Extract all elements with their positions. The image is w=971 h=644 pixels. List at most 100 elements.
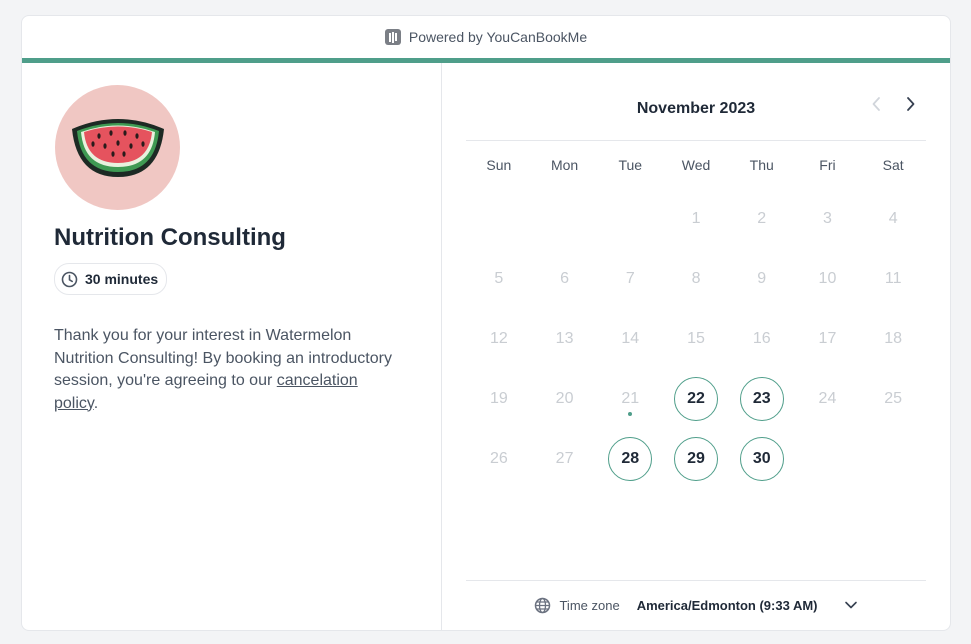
unavailable-day-15: 15	[663, 309, 729, 369]
day-number: 20	[555, 390, 574, 407]
unavailable-day-4: 4	[860, 189, 926, 249]
calendar-divider	[466, 140, 926, 141]
day-number: 16	[752, 330, 771, 347]
weekday-mon: Mon	[550, 157, 579, 173]
unavailable-day-20: 20	[532, 369, 598, 429]
unavailable-day-3: 3	[795, 189, 861, 249]
previous-month-button[interactable]	[866, 93, 888, 115]
next-month-button[interactable]	[899, 93, 921, 115]
globe-icon	[535, 597, 551, 613]
youcanbookme-logo-icon	[384, 29, 401, 45]
weekday-fri: Fri	[819, 157, 836, 173]
chevron-left-icon	[872, 97, 880, 111]
unavailable-day-10: 10	[795, 249, 861, 309]
timezone-selector[interactable]: Time zone America/Edmonton (9:33 AM)	[466, 581, 926, 629]
day-number: 22	[674, 377, 719, 421]
powered-by-bar[interactable]: Powered by YouCanBookMe	[22, 16, 950, 58]
unavailable-day-21: 21	[597, 369, 663, 429]
day-number: 6	[560, 270, 570, 287]
timezone-value: America/Edmonton (9:33 AM)	[636, 597, 818, 613]
day-number: 8	[691, 270, 701, 287]
booking-card: Powered by YouCanBookMe Nutrition Consul…	[21, 15, 951, 631]
weekday-tue: Tue	[618, 157, 643, 173]
duration-badge: 30 minutes	[54, 263, 168, 295]
available-day-28[interactable]: 28	[597, 429, 663, 489]
timezone-label: Time zone	[559, 597, 620, 613]
unavailable-day-14: 14	[597, 309, 663, 369]
calendar-grid: 1 2 3 4 5 6 7 8 9 10 11 12 13 14 15 16 17 18 19 20 21 22 23 24 2…	[466, 189, 926, 489]
month-label: November 2023	[636, 100, 756, 117]
empty-day-cell	[466, 189, 532, 249]
day-number: 2	[757, 210, 767, 227]
available-day-23[interactable]: 23	[729, 369, 795, 429]
unavailable-day-16: 16	[729, 309, 795, 369]
unavailable-day-9: 9	[729, 249, 795, 309]
day-number: 19	[489, 390, 508, 407]
day-number: 27	[555, 450, 574, 467]
available-day-30[interactable]: 30	[729, 429, 795, 489]
day-number: 10	[818, 270, 837, 287]
calendar-week: 12 13 14 15 16 17 18	[466, 309, 926, 369]
weekday-sun: Sun	[486, 157, 512, 173]
empty-day-cell	[795, 429, 861, 489]
unavailable-day-6: 6	[532, 249, 598, 309]
day-number: 29	[674, 437, 719, 481]
calendar-week: 26 27 28 29 30	[466, 429, 926, 489]
empty-day-cell	[597, 189, 663, 249]
available-day-22[interactable]: 22	[663, 369, 729, 429]
calendar-week: 1 2 3 4	[466, 189, 926, 249]
weekday-wed: Wed	[681, 157, 711, 173]
day-number: 7	[625, 270, 635, 287]
unavailable-day-8: 8	[663, 249, 729, 309]
unavailable-day-19: 19	[466, 369, 532, 429]
day-number: 5	[494, 270, 504, 287]
day-number: 25	[884, 390, 903, 407]
day-number: 4	[888, 210, 898, 227]
chevron-down-icon	[844, 600, 858, 610]
day-number: 26	[489, 450, 508, 467]
profile-panel: Nutrition Consulting 30 minutes Thank yo…	[22, 63, 442, 630]
unavailable-day-1: 1	[663, 189, 729, 249]
day-number: 9	[757, 270, 767, 287]
clock-icon	[61, 271, 78, 287]
day-number: 17	[818, 330, 837, 347]
powered-by-text: Powered by YouCanBookMe	[408, 29, 588, 45]
available-day-29[interactable]: 29	[663, 429, 729, 489]
day-number: 21	[621, 390, 640, 407]
day-number: 23	[739, 377, 784, 421]
empty-day-cell	[860, 429, 926, 489]
calendar-panel: November 2023 Sun Mon Tue Wed Thu Fri Sat 1234…	[442, 63, 950, 630]
unavailable-day-13: 13	[532, 309, 598, 369]
today-indicator	[628, 412, 633, 416]
day-number: 11	[884, 270, 902, 287]
unavailable-day-18: 18	[860, 309, 926, 369]
unavailable-day-27: 27	[532, 429, 598, 489]
weekday-sat: Sat	[882, 157, 904, 173]
day-number: 1	[691, 210, 701, 227]
day-number: 14	[621, 330, 640, 347]
duration-label: 30 minutes	[85, 271, 159, 287]
day-number: 3	[823, 210, 832, 227]
unavailable-day-26: 26	[466, 429, 532, 489]
unavailable-day-24: 24	[795, 369, 861, 429]
unavailable-day-17: 17	[795, 309, 861, 369]
day-number: 12	[489, 330, 508, 347]
unavailable-day-5: 5	[466, 249, 532, 309]
day-number: 30	[739, 437, 784, 481]
description: Thank you for your interest in Watermelo…	[54, 325, 399, 415]
day-number: 13	[555, 330, 574, 347]
day-number: 28	[608, 437, 653, 481]
unavailable-day-12: 12	[466, 309, 532, 369]
description-end: .	[93, 394, 99, 412]
weekday-header: Sun Mon Tue Wed Thu Fri Sat	[466, 157, 926, 173]
unavailable-day-25: 25	[860, 369, 926, 429]
page-title: Nutrition Consulting	[54, 224, 286, 251]
calendar-week: 19 20 21 22 23 24 25	[466, 369, 926, 429]
day-number: 24	[818, 390, 837, 407]
unavailable-day-7: 7	[597, 249, 663, 309]
avatar	[55, 85, 180, 210]
empty-day-cell	[532, 189, 598, 249]
unavailable-day-11: 11	[860, 249, 926, 309]
day-number: 18	[884, 330, 903, 347]
watermelon-icon	[71, 118, 164, 177]
